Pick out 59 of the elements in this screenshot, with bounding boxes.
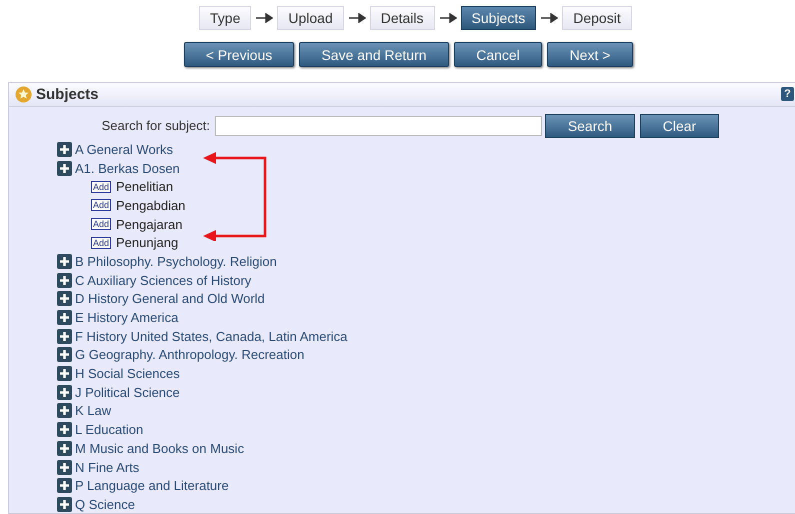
nav-button[interactable]: Save and Return (299, 42, 449, 67)
expand-icon[interactable] (57, 272, 72, 288)
expand-icon[interactable] (57, 310, 72, 326)
step-tab[interactable]: Deposit (562, 6, 632, 30)
subject-link[interactable]: A1. Berkas Dosen (75, 160, 180, 176)
expand-icon[interactable] (57, 478, 72, 494)
search-label: Search for subject: (100, 118, 210, 133)
subject-link[interactable]: C Auxiliary Sciences of History (75, 272, 252, 288)
subject-link[interactable]: M Music and Books on Music (75, 440, 244, 456)
help-icon[interactable]: ? (781, 87, 794, 101)
expand-icon[interactable] (57, 366, 72, 382)
step-tab[interactable]: Upload (277, 6, 344, 30)
subject-label: Penunjang (116, 235, 178, 250)
expand-icon[interactable] (57, 160, 72, 176)
expand-icon[interactable] (57, 460, 72, 475)
add-button[interactable]: Add (91, 236, 112, 249)
search-field[interactable] (215, 116, 542, 136)
expand-icon[interactable] (57, 142, 72, 157)
arrow-icon (348, 12, 366, 22)
arrow-icon (438, 12, 457, 22)
expand-icon[interactable] (57, 384, 72, 400)
subject-link[interactable]: B Philosophy. Psychology. Religion (75, 254, 277, 269)
subject-link[interactable]: A General Works (75, 142, 174, 157)
subject-link[interactable]: D History General and Old World (75, 291, 265, 306)
nav-button[interactable]: Cancel (454, 42, 542, 67)
clear-button[interactable]: Clear (640, 114, 719, 138)
subject-label: Penelitian (116, 179, 174, 194)
arrow-icon (255, 12, 274, 22)
nav-button[interactable]: Next > (547, 42, 633, 67)
subject-link[interactable]: G Geography. Anthropology. Recreation (75, 347, 304, 362)
expand-icon[interactable] (57, 403, 72, 418)
expand-icon[interactable] (57, 422, 72, 438)
step-tab[interactable]: Details (370, 6, 435, 30)
subject-link[interactable]: E History America (75, 310, 178, 326)
expand-icon[interactable] (57, 291, 72, 306)
subject-label: Pengajaran (116, 216, 183, 232)
subject-link[interactable]: P Language and Literature (75, 478, 229, 494)
expand-icon[interactable] (57, 347, 72, 362)
expand-icon[interactable] (57, 440, 72, 456)
subject-link[interactable]: K Law (75, 403, 112, 418)
subject-link[interactable]: F History United States, Canada, Latin America (75, 328, 348, 344)
search-button[interactable]: Search (545, 114, 635, 138)
add-button[interactable]: Add (91, 180, 112, 193)
add-button[interactable]: Add (91, 218, 112, 230)
subject-link[interactable]: L Education (75, 422, 144, 438)
step-tab[interactable]: Type (199, 6, 252, 30)
add-button[interactable]: Add (91, 199, 112, 212)
step-tab[interactable]: Subjects (460, 6, 536, 30)
subject-link[interactable]: J Political Science (75, 384, 180, 400)
subject-link[interactable]: Q Science (75, 496, 135, 512)
subject-link[interactable]: H Social Sciences (75, 366, 180, 382)
arrow-icon (540, 12, 558, 22)
subject-link[interactable]: N Fine Arts (75, 460, 140, 475)
panel-title: Subjects (36, 86, 99, 103)
expand-icon[interactable] (57, 496, 72, 512)
nav-button[interactable]: < Previous (184, 42, 294, 67)
expand-icon[interactable] (57, 328, 72, 344)
expand-icon[interactable] (57, 254, 72, 269)
subject-label: Pengabdian (116, 198, 186, 213)
